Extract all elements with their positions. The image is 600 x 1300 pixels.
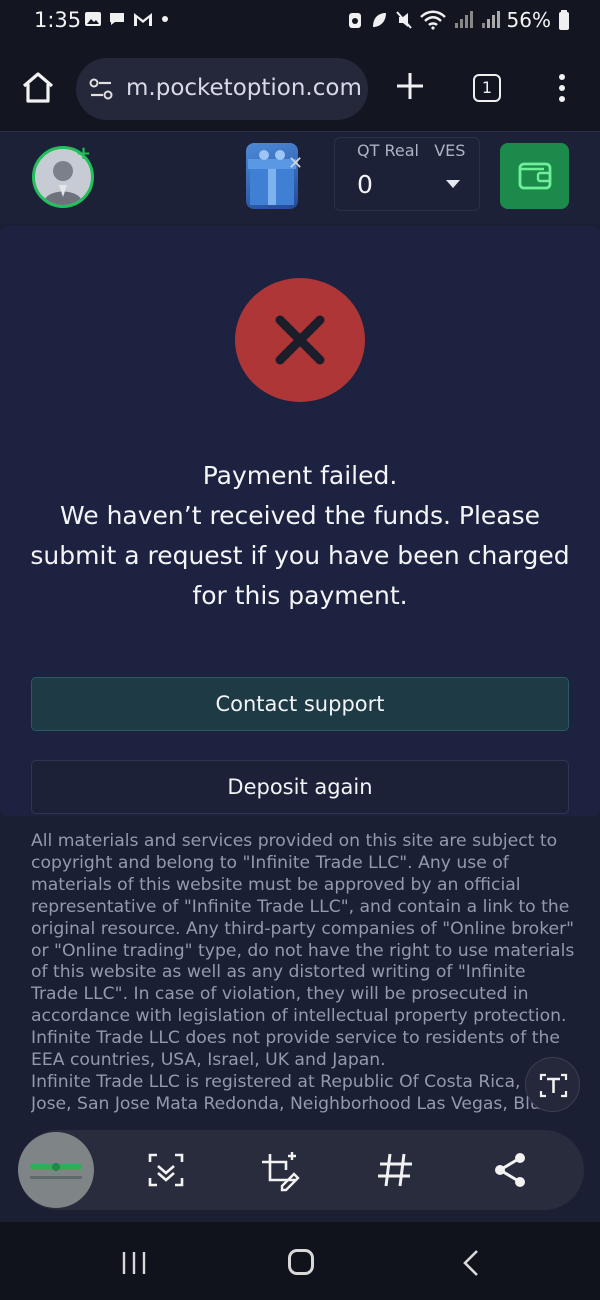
plus-icon[interactable] <box>392 68 428 104</box>
home-nav-icon[interactable] <box>288 1249 314 1275</box>
home-icon[interactable] <box>18 68 58 108</box>
url-text: m.pocketoption.com <box>126 75 362 101</box>
browser-toolbar: m.pocketoption.com 1 <box>0 44 600 132</box>
legal-paragraph: Infinite Trade LLC is registered at Repu… <box>31 1071 559 1114</box>
payment-failed-message: Payment failed. We haven’t received the … <box>30 461 570 610</box>
chat-icon <box>110 13 124 25</box>
wallet-button[interactable] <box>500 143 569 209</box>
battery-icon <box>559 10 569 30</box>
account-balance: 0 <box>357 170 373 199</box>
gmail-icon <box>134 13 152 26</box>
battery-percent: 56% <box>506 8 551 32</box>
signal-icon-2 <box>481 11 500 28</box>
leaf-icon <box>372 13 386 27</box>
mute-icon <box>395 11 412 29</box>
payment-failed-badge <box>235 278 365 402</box>
lock-icon <box>348 13 361 28</box>
screenshot-toolbar <box>18 1130 584 1210</box>
account-type: QT Real <box>357 141 419 160</box>
payment-result-card: Payment failed. We haven’t received the … <box>0 226 600 816</box>
text-extract-button[interactable] <box>525 1057 580 1112</box>
status-time: 1:35 <box>34 8 82 32</box>
tabs-counter-icon[interactable]: 1 <box>473 74 501 102</box>
screenshot-thumbnail[interactable] <box>18 1132 94 1208</box>
gallery-icon <box>85 12 101 26</box>
thumbnail-preview-image <box>30 1163 82 1179</box>
back-icon[interactable] <box>460 1248 482 1278</box>
app-header: + ✕ QT Real VES 0 <box>0 133 600 223</box>
contact-support-button[interactable]: Contact support <box>31 677 569 731</box>
share-icon[interactable] <box>486 1146 534 1194</box>
hashtag-icon[interactable] <box>372 1146 420 1194</box>
wallet-icon <box>518 162 552 190</box>
scroll-capture-icon[interactable] <box>142 1146 190 1194</box>
dot-icon <box>162 16 168 22</box>
text-scan-icon <box>539 1073 568 1098</box>
system-nav-bar <box>0 1222 600 1300</box>
caret-down-icon <box>446 180 460 188</box>
close-promo-icon[interactable]: ✕ <box>288 153 303 174</box>
wifi-icon <box>419 10 446 30</box>
address-bar[interactable]: m.pocketoption.com <box>76 58 368 120</box>
add-badge-icon: + <box>76 143 92 164</box>
legal-paragraph: All materials and services provided on t… <box>31 831 575 1027</box>
legal-notice: All materials and services provided on t… <box>31 831 576 1131</box>
account-currency: VES <box>434 141 466 160</box>
more-vert-icon[interactable] <box>550 68 574 108</box>
status-bar: 1:35 56% <box>0 0 600 44</box>
tune-icon[interactable] <box>88 76 114 102</box>
crop-edit-icon[interactable] <box>256 1146 304 1194</box>
deposit-again-button[interactable]: Deposit again <box>31 760 569 814</box>
signal-icon <box>454 11 473 28</box>
legal-paragraph: Infinite Trade LLC does not provide serv… <box>31 1028 560 1071</box>
recent-apps-icon[interactable] <box>120 1250 148 1276</box>
close-x-icon <box>275 315 325 365</box>
account-selector[interactable]: QT Real VES 0 <box>334 137 480 211</box>
